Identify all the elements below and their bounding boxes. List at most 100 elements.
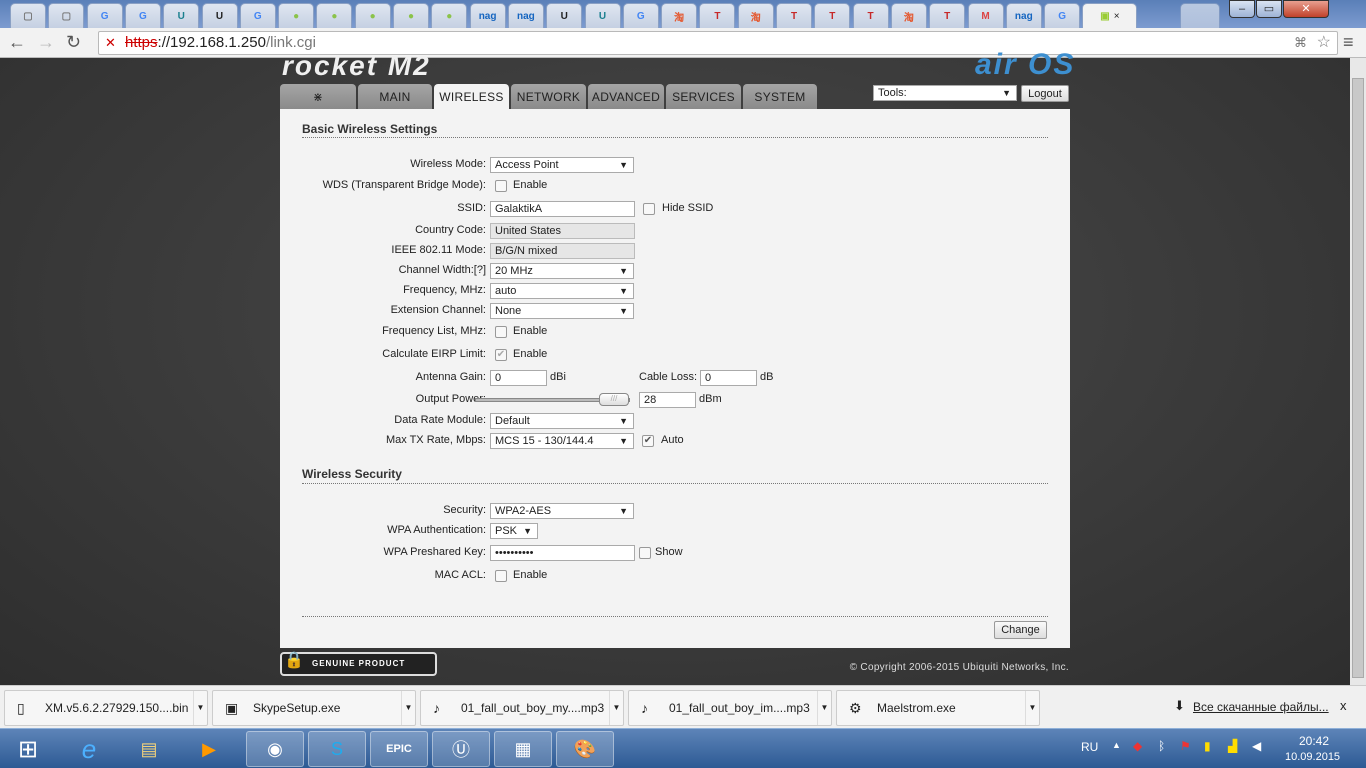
browser-tab[interactable]: nag <box>469 3 506 28</box>
minimize-button[interactable]: – <box>1229 0 1255 18</box>
download-menu-chevron-icon[interactable]: ▼ <box>609 691 623 725</box>
network-signal-icon[interactable]: ▟ <box>1228 739 1237 753</box>
browser-tab[interactable]: ▢ <box>10 3 46 28</box>
wireless-mode-select[interactable]: Access Point <box>490 157 634 173</box>
forward-icon[interactable]: → <box>37 32 55 53</box>
epic-games-icon[interactable]: EPIC <box>370 731 428 767</box>
tab-close-icon[interactable]: × <box>1114 11 1120 22</box>
tools-select[interactable]: Tools: <box>873 85 1017 101</box>
action-center-icon[interactable]: ⚑ <box>1180 739 1191 753</box>
close-window-button[interactable]: ✕ <box>1283 0 1329 18</box>
slider-handle[interactable]: /// <box>599 393 629 406</box>
download-item[interactable]: ♪ 01_fall_out_boy_my....mp3 ▼ <box>420 690 624 726</box>
eirp-checkbox[interactable]: ✔ <box>495 349 507 361</box>
download-menu-chevron-icon[interactable]: ▼ <box>1025 691 1039 725</box>
mac-acl-checkbox[interactable] <box>495 570 507 582</box>
browser-tab[interactable]: G <box>86 3 123 28</box>
browser-tab[interactable]: ● <box>431 3 468 28</box>
browser-tab[interactable]: U <box>163 3 200 28</box>
browser-tab[interactable]: ▢ <box>48 3 85 28</box>
language-indicator[interactable]: RU <box>1081 740 1098 754</box>
new-tab-button[interactable] <box>1180 3 1220 28</box>
tab-network[interactable]: NETWORK <box>511 84 586 109</box>
browser-tab[interactable]: ● <box>354 3 391 28</box>
download-item[interactable]: ▯ XM.v5.6.2.27929.150....bin ▼ <box>4 690 208 726</box>
hide-ssid-checkbox[interactable] <box>643 203 655 215</box>
browser-tab[interactable]: T <box>776 3 812 28</box>
wds-checkbox[interactable] <box>495 180 507 192</box>
browser-tab[interactable]: U <box>201 3 238 28</box>
browser-tab[interactable]: T <box>929 3 966 28</box>
max-tx-rate-select[interactable]: MCS 15 - 130/144.4 <box>490 433 634 449</box>
tab-services[interactable]: SERVICES <box>666 84 741 109</box>
frequency-list-checkbox[interactable] <box>495 326 507 338</box>
clock-date[interactable]: 10.09.2015 <box>1285 751 1340 763</box>
skype-taskbar-icon[interactable]: S <box>308 731 366 767</box>
bluetooth-icon[interactable]: ᛒ <box>1158 739 1165 753</box>
change-button[interactable]: Change <box>994 621 1047 639</box>
paint-icon[interactable]: 🎨 <box>556 731 614 767</box>
auto-checkbox[interactable]: ✔ <box>642 435 654 447</box>
ssid-input[interactable]: GalaktikA <box>490 201 635 217</box>
tab-main[interactable]: MAIN <box>358 84 432 109</box>
tab-advanced[interactable]: ADVANCED <box>588 84 664 109</box>
download-item[interactable]: ▣ SkypeSetup.exe ▼ <box>212 690 416 726</box>
browser-tab[interactable]: G <box>124 3 161 28</box>
download-menu-chevron-icon[interactable]: ▼ <box>193 691 207 725</box>
browser-tab[interactable]: U <box>546 3 583 28</box>
wpa-auth-select[interactable]: PSK <box>490 523 538 539</box>
scrollbar[interactable] <box>1350 58 1366 685</box>
maximize-button[interactable]: ▭ <box>1256 0 1282 18</box>
show-hidden-icons[interactable]: ▲ <box>1112 740 1121 750</box>
browser-tab[interactable]: T <box>814 3 851 28</box>
logout-button[interactable]: Logout <box>1021 85 1069 102</box>
close-downloads-bar[interactable]: x <box>1340 698 1347 713</box>
browser-tab[interactable]: 淘 <box>737 3 774 28</box>
tab-wireless[interactable]: WIRELESS <box>434 84 509 110</box>
extension-channel-select[interactable]: None <box>490 303 634 319</box>
show-psk-checkbox[interactable] <box>639 547 651 559</box>
control-panel-icon[interactable]: ▦ <box>494 731 552 767</box>
download-item[interactable]: ⚙ Maelstrom.exe ▼ <box>836 690 1040 726</box>
media-player-icon[interactable]: ▶ <box>180 731 238 767</box>
internet-explorer-icon[interactable]: e <box>60 731 118 767</box>
tab-system[interactable]: SYSTEM <box>743 84 817 109</box>
browser-tab[interactable]: T <box>852 3 889 28</box>
antivirus-tray-icon[interactable]: ◆ <box>1133 739 1142 753</box>
scrollbar-thumb[interactable] <box>1352 78 1364 678</box>
psk-input[interactable]: •••••••••• <box>490 545 635 561</box>
browser-tab[interactable]: ● <box>278 3 315 28</box>
download-menu-chevron-icon[interactable]: ▼ <box>817 691 831 725</box>
output-power-input[interactable]: 28 <box>639 392 696 408</box>
explorer-folder-icon[interactable]: ▤ <box>120 731 178 767</box>
bookmark-star-icon[interactable]: ☆ <box>1317 32 1331 54</box>
menu-icon[interactable]: ≡ <box>1343 32 1354 53</box>
translate-icon[interactable]: ⌘ <box>1294 32 1307 54</box>
browser-tab[interactable]: nag <box>1005 3 1042 28</box>
start-button[interactable]: ⊞ <box>2 731 54 767</box>
browser-tab[interactable]: 淘 <box>890 3 927 28</box>
browser-tab[interactable]: ▣ × <box>1082 3 1138 28</box>
browser-tab[interactable]: T <box>699 3 736 28</box>
volume-icon[interactable]: ◀ <box>1252 739 1261 753</box>
browser-tab[interactable]: U <box>584 3 621 28</box>
all-downloads-link[interactable]: Все скачанные файлы... <box>1193 700 1329 714</box>
browser-tab[interactable]: G <box>1044 3 1081 28</box>
reload-icon[interactable]: ↻ <box>66 32 81 53</box>
chrome-taskbar-icon[interactable]: ◉ <box>246 731 304 767</box>
browser-tab[interactable]: ● <box>316 3 353 28</box>
clock-time[interactable]: 20:42 <box>1299 734 1329 748</box>
security-select[interactable]: WPA2-AES <box>490 503 634 519</box>
browser-tab[interactable]: M <box>967 3 1004 28</box>
browser-tab[interactable]: ● <box>393 3 429 28</box>
frequency-select[interactable]: auto <box>490 283 634 299</box>
cable-loss-input[interactable]: 0 <box>700 370 757 386</box>
back-icon[interactable]: ← <box>8 32 26 53</box>
data-rate-select[interactable]: Default <box>490 413 634 429</box>
channel-width-select[interactable]: 20 MHz <box>490 263 634 279</box>
download-menu-chevron-icon[interactable]: ▼ <box>401 691 415 725</box>
download-item[interactable]: ♪ 01_fall_out_boy_im....mp3 ▼ <box>628 690 832 726</box>
browser-tab[interactable]: G <box>239 3 276 28</box>
tab-home-logo[interactable]: ⋇ <box>280 84 356 109</box>
battery-icon[interactable]: ▮ <box>1204 739 1211 753</box>
